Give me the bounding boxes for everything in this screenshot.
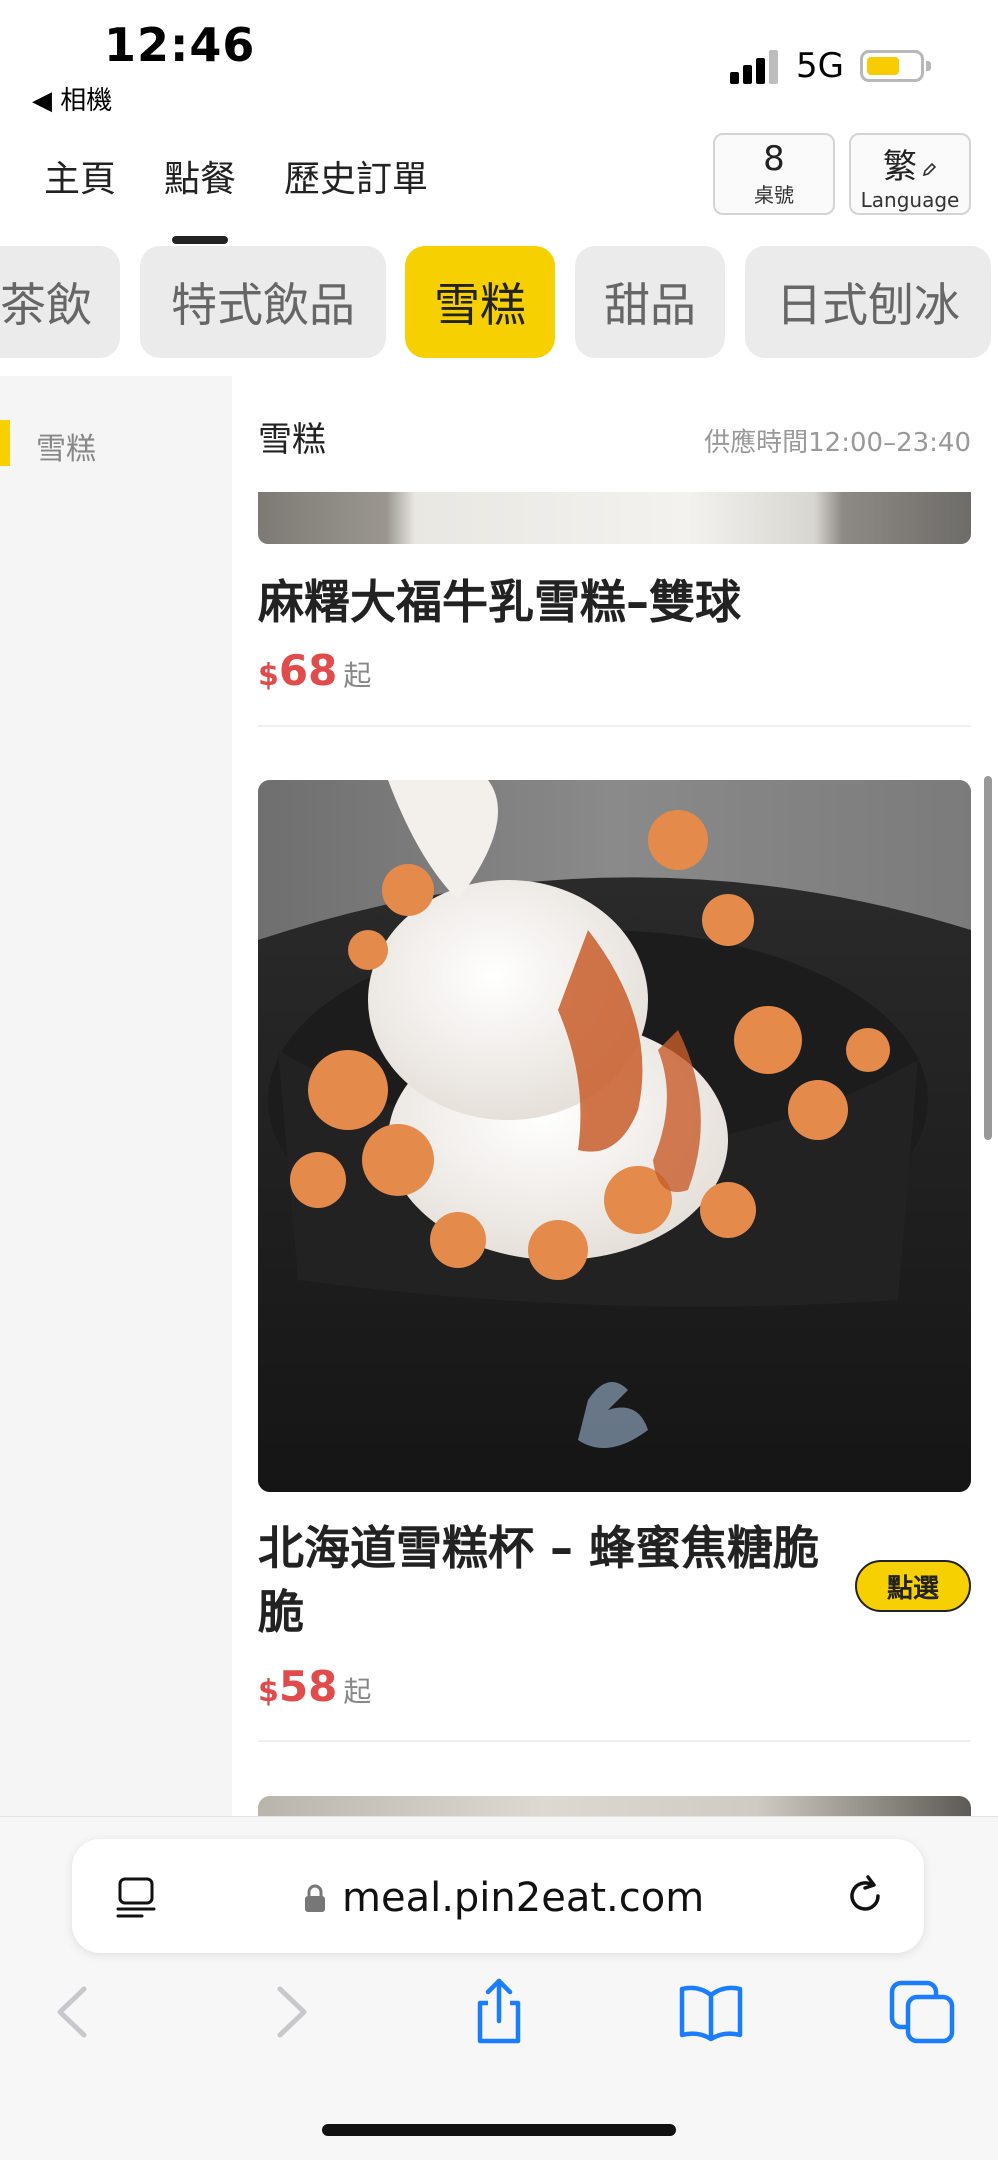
product-name[interactable]: 北海道雪糕杯 – 蜂蜜焦糖脆脆 xyxy=(258,1516,838,1644)
price-currency: $ xyxy=(258,1674,279,1709)
category-ice-cream[interactable]: 雪糕 xyxy=(405,246,555,358)
tabs-icon[interactable] xyxy=(888,1977,958,2047)
price-suffix: 起 xyxy=(343,1675,372,1708)
price-amount: 58 xyxy=(278,1662,338,1711)
price-currency: $ xyxy=(258,658,279,693)
status-bar: 12:46 ◀ 相機 5G xyxy=(0,0,998,120)
address-bar[interactable]: meal.pin2eat.com xyxy=(72,1839,924,1953)
product-image[interactable] xyxy=(258,492,971,544)
tab-order[interactable]: 點餐 xyxy=(164,150,236,244)
battery-icon xyxy=(860,50,931,82)
category-sidebar: 雪糕 xyxy=(0,376,232,1816)
tab-order-history[interactable]: 歷史訂單 xyxy=(284,150,428,202)
ice-cream-cup-photo xyxy=(258,780,971,1492)
status-time: 12:46 xyxy=(104,18,256,72)
category-tea[interactable]: 茶飲 xyxy=(0,246,120,358)
home-indicator[interactable] xyxy=(322,2124,676,2136)
sidebar-item-label: 雪糕 xyxy=(36,432,96,467)
product-image[interactable] xyxy=(258,1796,971,1816)
section-title: 雪糕 xyxy=(258,420,326,460)
table-number-button[interactable]: 8 桌號 xyxy=(713,133,835,215)
forward-icon[interactable] xyxy=(254,1977,324,2047)
signal-icon xyxy=(730,50,780,84)
top-nav: 主頁 點餐 歷史訂單 8 桌號 繁 Language xyxy=(0,128,998,244)
browser-nav-tools xyxy=(0,1977,998,2097)
url-text[interactable]: meal.pin2eat.com xyxy=(342,1875,704,1921)
menu-list: 雪糕 供應時間12:00–23:40 麻糬大福牛乳雪糕–雙球 $68 起 北海道… xyxy=(232,376,998,1816)
sidebar-item-ice-cream[interactable]: 雪糕 xyxy=(0,420,232,467)
product-price: $68 起 xyxy=(258,646,371,695)
pencil-icon xyxy=(922,162,937,177)
service-hours: 供應時間12:00–23:40 xyxy=(704,428,971,458)
product-name[interactable]: 麻糬大福牛乳雪糕–雙球 xyxy=(258,570,741,634)
reload-icon[interactable] xyxy=(842,1873,888,1919)
back-icon[interactable] xyxy=(40,1977,110,2047)
price-suffix: 起 xyxy=(343,659,372,692)
item-divider xyxy=(258,1740,971,1742)
category-japanese-shaved-ice[interactable]: 日式刨冰 xyxy=(745,246,991,358)
product-price: $58 起 xyxy=(258,1662,371,1711)
product-image[interactable] xyxy=(258,780,971,1492)
language-button[interactable]: 繁 Language xyxy=(849,133,971,215)
table-number: 8 xyxy=(763,139,785,179)
bookmarks-icon[interactable] xyxy=(676,1977,746,2047)
category-bar: 茶飲 特式飲品 雪糕 甜品 日式刨冰 xyxy=(0,244,998,360)
category-special-drinks[interactable]: 特式飲品 xyxy=(140,246,386,358)
language-value: 繁 xyxy=(883,147,917,187)
price-amount: 68 xyxy=(278,646,338,695)
network-type: 5G xyxy=(796,46,844,86)
lock-icon xyxy=(305,1884,325,1912)
active-indicator xyxy=(0,420,10,466)
category-desserts[interactable]: 甜品 xyxy=(575,246,725,358)
tab-home[interactable]: 主頁 xyxy=(44,150,116,202)
language-label: Language xyxy=(860,188,960,212)
share-icon[interactable] xyxy=(464,1977,534,2047)
select-item-button[interactable]: 點選 xyxy=(855,1560,971,1612)
table-label: 桌號 xyxy=(754,183,794,207)
back-to-app-link[interactable]: ◀ 相機 xyxy=(32,80,112,117)
menu-content: 雪糕 雪糕 供應時間12:00–23:40 麻糬大福牛乳雪糕–雙球 $68起 xyxy=(0,376,998,1816)
reader-icon[interactable] xyxy=(114,1875,158,1919)
browser-toolbar: meal.pin2eat.com xyxy=(0,1816,998,2160)
scrollbar[interactable] xyxy=(984,776,992,1140)
item-divider xyxy=(258,725,971,727)
